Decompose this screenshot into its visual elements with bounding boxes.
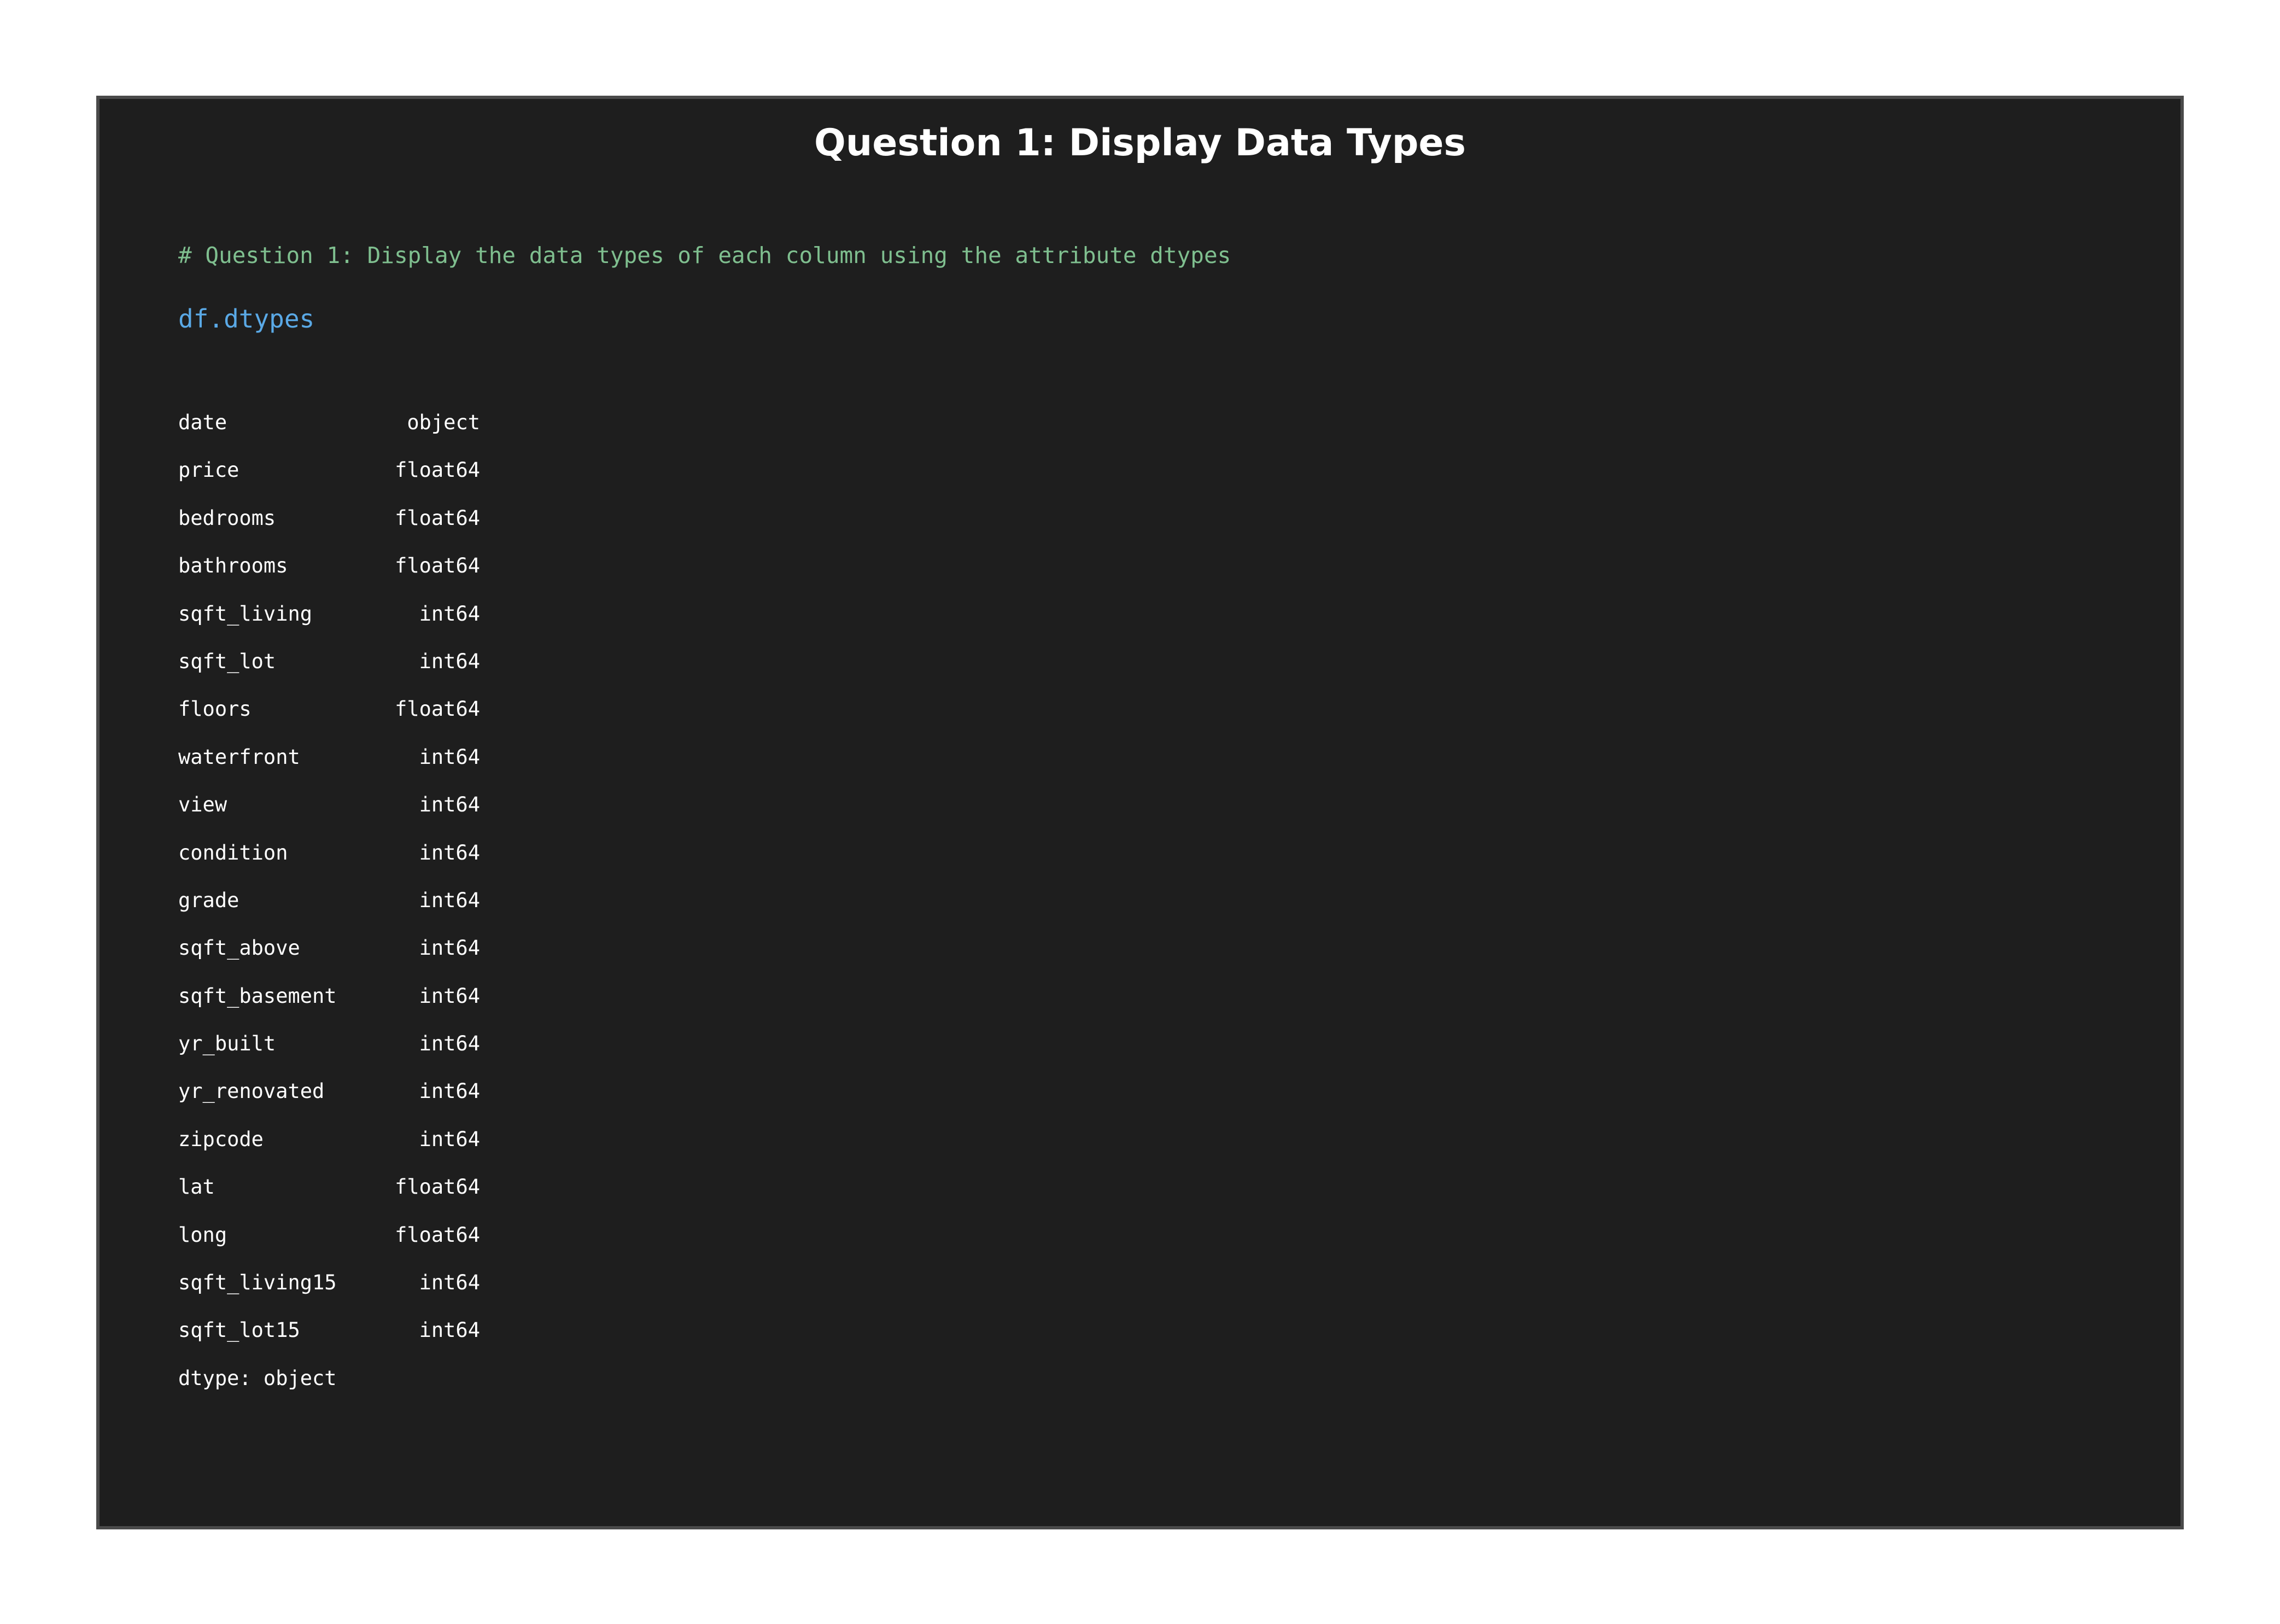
dtype-row: price float64 [178, 446, 480, 494]
dtype-row: bedrooms float64 [178, 494, 480, 542]
column-name: condition [178, 840, 288, 864]
dtype-row: floors float64 [178, 685, 480, 733]
column-dtype: float64 [395, 458, 480, 482]
column-dtype: int64 [419, 745, 480, 769]
column-dtype: float64 [395, 697, 480, 721]
dtype-footer: dtype: object [178, 1366, 337, 1390]
dtype-row: zipcode int64 [178, 1115, 480, 1163]
dtype-row: waterfront int64 [178, 733, 480, 781]
column-name: yr_renovated [178, 1079, 325, 1103]
column-name: grade [178, 888, 239, 912]
column-dtype: int64 [419, 1079, 480, 1103]
column-dtype: int64 [419, 984, 480, 1008]
column-name: sqft_basement [178, 984, 337, 1008]
column-name: sqft_living [178, 601, 313, 626]
dtype-row: sqft_living int64 [178, 590, 480, 638]
column-dtype: int64 [419, 793, 480, 817]
column-name: sqft_above [178, 936, 300, 960]
column-name: price [178, 458, 239, 482]
dtype-row: sqft_lot int64 [178, 638, 480, 685]
column-dtype: int64 [419, 1032, 480, 1056]
column-dtype: int64 [419, 840, 480, 864]
column-dtype: float64 [395, 1223, 480, 1247]
code-statement: df.dtypes [178, 304, 315, 334]
page-title: Question 1: Display Data Types [814, 121, 1466, 165]
column-dtype: int64 [419, 1127, 480, 1151]
dtype-row: yr_renovated int64 [178, 1067, 480, 1115]
dtype-row: long float64 [178, 1211, 480, 1259]
notebook-cell-panel: Question 1: Display Data Types # Questio… [96, 96, 2184, 1529]
dtype-row: grade int64 [178, 877, 480, 924]
column-dtype: int64 [419, 649, 480, 673]
dtype-row: condition int64 [178, 829, 480, 877]
dtype-row: view int64 [178, 781, 480, 828]
column-dtype: int64 [419, 601, 480, 626]
dtype-row: yr_built int64 [178, 1020, 480, 1067]
column-dtype: float64 [395, 1175, 480, 1199]
column-name: bathrooms [178, 554, 288, 578]
code-comment: # Question 1: Display the data types of … [178, 242, 1231, 268]
column-dtype: object [407, 411, 480, 434]
dtype-row: sqft_above int64 [178, 924, 480, 972]
column-dtype: float64 [395, 554, 480, 578]
column-name: yr_built [178, 1032, 276, 1056]
column-name: date [178, 411, 227, 434]
dtype-row: date object [178, 399, 480, 446]
column-dtype: int64 [419, 1318, 480, 1342]
column-dtype: float64 [395, 506, 480, 530]
dtype-row: lat float64 [178, 1163, 480, 1211]
dtype-row: bathrooms float64 [178, 542, 480, 589]
column-name: floors [178, 697, 252, 721]
column-name: sqft_lot [178, 649, 276, 673]
column-name: long [178, 1223, 227, 1247]
column-dtype: int64 [419, 1271, 480, 1295]
column-name: sqft_lot15 [178, 1318, 300, 1342]
column-name: view [178, 793, 227, 817]
dtype-row: sqft_basement int64 [178, 972, 480, 1020]
column-name: zipcode [178, 1127, 264, 1151]
dtype-row: sqft_lot15 int64 [178, 1306, 480, 1354]
column-name: bedrooms [178, 506, 276, 530]
column-name: sqft_living15 [178, 1271, 337, 1295]
column-name: lat [178, 1175, 215, 1199]
dtypes-output: date object price float64 bedrooms float64 … [178, 399, 480, 1402]
column-dtype: int64 [419, 936, 480, 960]
column-dtype: int64 [419, 888, 480, 912]
dtype-row: sqft_living15 int64 [178, 1259, 480, 1306]
column-name: waterfront [178, 745, 300, 769]
